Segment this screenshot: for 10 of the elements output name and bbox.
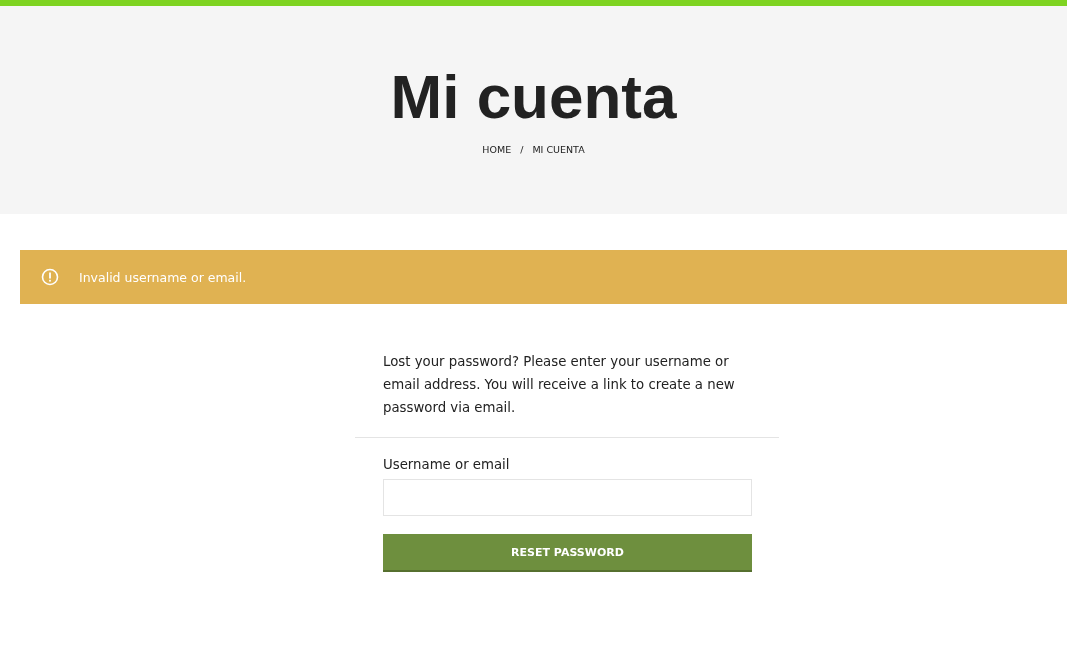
breadcrumb-current: MI CUENTA	[532, 144, 585, 155]
page-title: Mi cuenta	[390, 64, 677, 130]
intro-text: Lost your password? Please enter your username or email address. You will receive a link to create a new password via email.	[382, 353, 736, 417]
breadcrumb-link[interactable]: HOME	[482, 144, 512, 155]
breadcrumb-separator: /	[520, 144, 524, 155]
reset-password-button[interactable]: RESET PASSWORD	[383, 534, 752, 572]
username-field[interactable]	[383, 479, 752, 516]
notice-message: Invalid username or email.	[79, 269, 247, 285]
exclamation-icon	[41, 268, 59, 286]
field-label: Username or email	[383, 457, 510, 472]
